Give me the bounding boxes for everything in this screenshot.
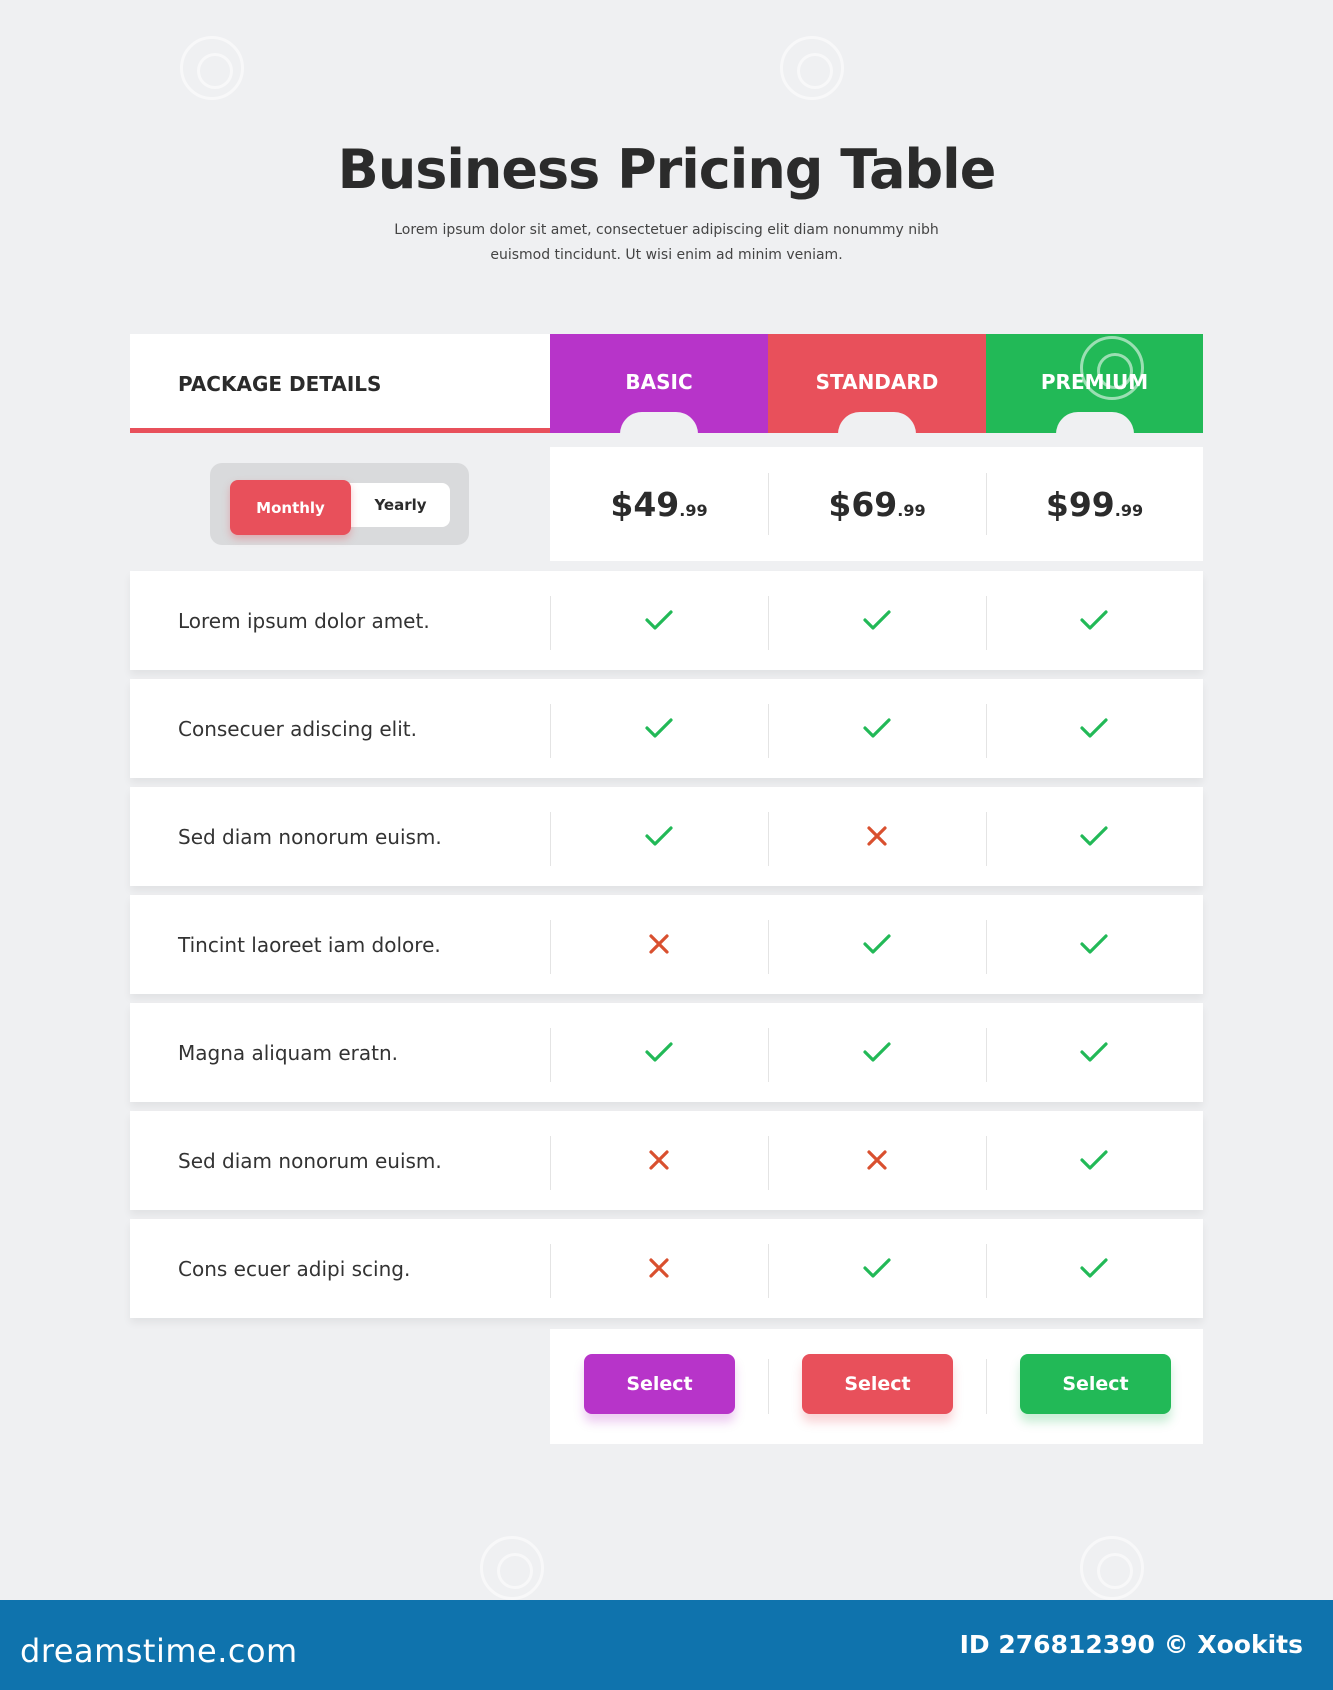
column-divider <box>768 1359 769 1414</box>
footer-bar: dreamstime.com ID 276812390 © Xookits <box>0 1600 1333 1690</box>
check-icon <box>644 609 674 635</box>
price-main: $69 <box>828 484 898 524</box>
price-basic: $49.99 <box>550 447 768 561</box>
check-icon <box>1079 1041 1109 1067</box>
check-icon <box>1079 933 1109 959</box>
cross-icon <box>648 933 670 959</box>
feature-row: Cons ecuer adipi scing. <box>130 1219 1203 1318</box>
feature-label: Magna aliquam eratn. <box>178 1040 398 1065</box>
column-divider <box>768 596 769 650</box>
dreamstime-logo[interactable]: dreamstime.com <box>20 1632 298 1670</box>
watermark-icon <box>1080 336 1144 400</box>
watermark-icon <box>180 36 244 100</box>
watermark-icon <box>1080 1536 1144 1600</box>
package-details-label: PACKAGE DETAILS <box>178 372 382 396</box>
column-divider <box>550 1244 551 1298</box>
column-divider <box>768 1136 769 1190</box>
feature-label: Tincint laoreet iam dolore. <box>178 932 441 957</box>
cross-icon <box>648 1149 670 1175</box>
feature-row: Sed diam nonorum euism. <box>130 787 1203 886</box>
column-divider <box>986 1028 987 1082</box>
column-divider <box>986 1244 987 1298</box>
check-icon <box>1079 1149 1109 1175</box>
yearly-toggle-button[interactable]: Yearly <box>351 483 450 527</box>
page-subtitle: Lorem ipsum dolor sit amet, consectetuer… <box>390 218 943 268</box>
column-divider <box>768 812 769 866</box>
column-divider <box>550 812 551 866</box>
price-main: $49 <box>610 484 680 524</box>
monthly-toggle-button[interactable]: Monthly <box>230 480 351 535</box>
feature-row: Magna aliquam eratn. <box>130 1003 1203 1102</box>
feature-label: Sed diam nonorum euism. <box>178 824 442 849</box>
price-cents: .99 <box>679 500 708 520</box>
billing-toggle: Monthly Yearly <box>210 463 469 545</box>
feature-label: Sed diam nonorum euism. <box>178 1148 442 1173</box>
column-divider <box>550 596 551 650</box>
watermark-icon <box>480 1536 544 1600</box>
feature-row: Lorem ipsum dolor amet. <box>130 571 1203 670</box>
feature-row: Sed diam nonorum euism. <box>130 1111 1203 1210</box>
column-divider <box>768 704 769 758</box>
column-divider <box>986 812 987 866</box>
check-icon <box>1079 717 1109 743</box>
check-icon <box>862 933 892 959</box>
price-row: $49.99 $69.99 $99.99 <box>550 447 1203 561</box>
select-premium-button[interactable]: Select <box>1020 1354 1171 1414</box>
column-divider <box>550 1028 551 1082</box>
plan-name: BASIC <box>625 369 693 394</box>
feature-row: Tincint laoreet iam dolore. <box>130 895 1203 994</box>
plan-header-standard: STANDARD <box>768 334 986 434</box>
package-details-header: PACKAGE DETAILS <box>130 334 550 433</box>
cross-icon <box>866 825 888 851</box>
check-icon <box>862 717 892 743</box>
billing-toggle-track: Monthly Yearly <box>230 480 450 535</box>
check-icon <box>1079 1257 1109 1283</box>
column-divider <box>550 1136 551 1190</box>
page-title: Business Pricing Table <box>337 138 997 201</box>
column-divider <box>986 1359 987 1414</box>
feature-label: Consecuer adiscing elit. <box>178 716 417 741</box>
cross-icon <box>866 1149 888 1175</box>
column-divider <box>768 1028 769 1082</box>
price-standard: $69.99 <box>768 447 986 561</box>
check-icon <box>1079 609 1109 635</box>
column-divider <box>768 920 769 974</box>
feature-label: Cons ecuer adipi scing. <box>178 1256 411 1281</box>
check-icon <box>862 609 892 635</box>
price-premium: $99.99 <box>986 447 1203 561</box>
price-main: $99 <box>1045 484 1115 524</box>
check-icon <box>644 1041 674 1067</box>
column-divider <box>986 596 987 650</box>
plan-header-basic: BASIC <box>550 334 768 434</box>
price-cents: .99 <box>897 500 926 520</box>
check-icon <box>644 717 674 743</box>
subtitle-line: Lorem ipsum dolor sit amet, consectetuer… <box>394 222 939 238</box>
select-button-row: Select Select Select <box>550 1329 1203 1444</box>
feature-label: Lorem ipsum dolor amet. <box>178 608 430 633</box>
column-divider <box>986 704 987 758</box>
image-credit: ID 276812390 © Xookits <box>959 1630 1303 1659</box>
select-basic-button[interactable]: Select <box>584 1354 735 1414</box>
column-divider <box>550 920 551 974</box>
plan-name: STANDARD <box>815 369 939 394</box>
check-icon <box>862 1257 892 1283</box>
column-divider <box>768 1244 769 1298</box>
check-icon <box>862 1041 892 1067</box>
feature-row: Consecuer adiscing elit. <box>130 679 1203 778</box>
price-cents: .99 <box>1114 500 1144 520</box>
column-divider <box>986 920 987 974</box>
check-icon <box>1079 825 1109 851</box>
check-icon <box>644 825 674 851</box>
column-divider <box>550 704 551 758</box>
cross-icon <box>648 1257 670 1283</box>
select-standard-button[interactable]: Select <box>802 1354 953 1414</box>
column-divider <box>986 1136 987 1190</box>
subtitle-line: euismod tincidunt. Ut wisi enim ad minim… <box>490 247 843 263</box>
watermark-icon <box>780 36 844 100</box>
